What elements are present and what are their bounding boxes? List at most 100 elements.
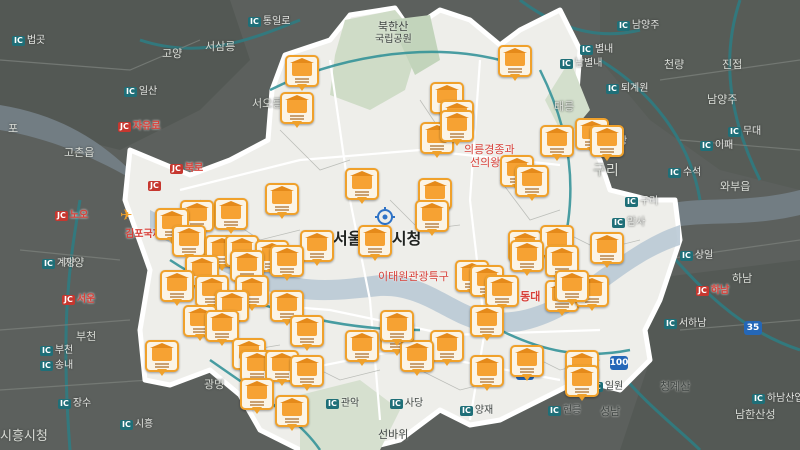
map-label-wabueup: 와부읍 — [720, 180, 751, 193]
ic-toegyewon: IC 퇴계원 — [606, 83, 649, 94]
ic-beopgot: IC 법곳 — [12, 35, 46, 46]
marker-card — [470, 355, 504, 387]
facility-marker[interactable] — [290, 355, 324, 395]
facility-marker[interactable] — [515, 165, 549, 205]
marker-card — [214, 198, 248, 230]
building-icon — [560, 273, 584, 291]
ic-byeollae: IC 별내 — [580, 44, 614, 55]
facility-marker[interactable] — [285, 55, 319, 95]
facility-marker[interactable] — [270, 245, 304, 285]
facility-marker[interactable] — [470, 305, 504, 345]
marker-card — [510, 345, 544, 377]
building-icon — [545, 228, 569, 246]
building-icon — [210, 313, 234, 331]
map-label-gwangmyeong: 광명 — [204, 378, 225, 391]
building-icon — [150, 343, 174, 361]
building-icon — [363, 228, 387, 246]
building-icon — [503, 48, 527, 66]
facility-marker[interactable] — [275, 395, 309, 435]
jc-gimpo: JC — [148, 181, 161, 191]
facility-marker[interactable] — [430, 330, 464, 370]
map-label-national-park: 국립공원 — [375, 34, 412, 45]
facility-marker[interactable] — [300, 230, 334, 270]
facility-marker[interactable] — [440, 110, 474, 150]
facility-marker[interactable] — [565, 365, 599, 405]
facility-marker[interactable] — [290, 315, 324, 355]
ic-idae: IC 이패 — [700, 140, 734, 151]
marker-card — [440, 110, 474, 142]
building-icon — [177, 228, 201, 246]
marker-card — [498, 45, 532, 77]
facility-marker[interactable] — [510, 240, 544, 280]
map-label-itaewon: 이태원관광특구 — [378, 270, 449, 283]
ic-siheung: IC 시흥 — [120, 419, 154, 430]
facility-marker[interactable] — [214, 198, 248, 238]
ic-bucheon: IC 부천 — [40, 345, 74, 356]
building-icon — [270, 186, 294, 204]
ic-mudae: IC 무대 — [728, 126, 762, 137]
facility-marker[interactable] — [240, 378, 274, 418]
building-icon — [295, 318, 319, 336]
facility-marker[interactable] — [540, 125, 574, 165]
facility-marker[interactable] — [280, 92, 314, 132]
ic-suseok: IC 수석 — [668, 167, 702, 178]
building-icon — [165, 273, 189, 291]
facility-marker[interactable] — [555, 270, 589, 310]
facility-marker[interactable] — [145, 340, 179, 380]
building-icon — [490, 278, 514, 296]
facility-marker[interactable] — [590, 232, 624, 272]
city-hall-marker-icon[interactable] — [375, 207, 395, 227]
ic-seohanam: IC 서하남 — [664, 318, 707, 329]
map-canvas[interactable]: 북한산 국립공원 고양 서삼릉 서오릉 김포국제공항 포 고촌읍 계양 부천 광… — [0, 0, 800, 450]
facility-marker[interactable] — [160, 270, 194, 310]
facility-marker[interactable] — [265, 183, 299, 223]
building-icon — [595, 235, 619, 253]
marker-card — [590, 232, 624, 264]
facility-marker[interactable] — [345, 330, 379, 370]
marker-card — [515, 165, 549, 197]
map-label-namhansanseong: 남한산성 — [735, 408, 776, 421]
building-icon — [350, 333, 374, 351]
marker-card — [290, 355, 324, 387]
building-icon — [245, 381, 269, 399]
building-icon — [270, 353, 294, 371]
facility-marker[interactable] — [415, 200, 449, 240]
facility-marker[interactable] — [345, 168, 379, 208]
facility-marker[interactable] — [380, 310, 414, 350]
building-icon — [219, 201, 243, 219]
marker-card — [358, 225, 392, 257]
facility-marker[interactable] — [510, 345, 544, 385]
facility-marker[interactable] — [590, 125, 624, 165]
route-shield-35: 35 — [744, 321, 762, 335]
marker-card — [275, 395, 309, 427]
ic-namyangju: IC 남양주 — [617, 20, 660, 31]
map-label-seongnam: 성남 — [600, 405, 621, 418]
marker-card — [565, 365, 599, 397]
ic-sangil: IC 상일 — [680, 250, 714, 261]
building-icon — [545, 128, 569, 146]
facility-marker[interactable] — [470, 355, 504, 395]
map-label-po: 포 — [8, 122, 19, 135]
map-label-jinjeop: 진접 — [722, 58, 743, 71]
airport-icon: ✈ — [120, 206, 133, 224]
marker-card — [160, 270, 194, 302]
facility-marker[interactable] — [358, 225, 392, 265]
marker-card — [470, 305, 504, 337]
map-label-cheongyesan: 청계산 — [660, 380, 691, 393]
building-icon — [475, 358, 499, 376]
marker-card — [300, 230, 334, 262]
map-label-guri: 구리 — [593, 163, 619, 179]
map-label-goyang: 고양 — [162, 47, 183, 60]
ic-gyeyang: IC 계양 — [42, 258, 76, 269]
marker-card — [430, 330, 464, 362]
building-icon — [475, 308, 499, 326]
marker-card — [540, 125, 574, 157]
ic-hanam-industrial: IC 하남산업 — [752, 393, 800, 404]
facility-marker[interactable] — [498, 45, 532, 85]
marker-card — [172, 225, 206, 257]
map-label-cheongnyang: 천량 — [664, 58, 685, 71]
jc-noo: JC 노오 — [55, 210, 89, 221]
building-icon — [185, 203, 209, 221]
ic-heolleung: IC 헌릉 — [548, 405, 582, 416]
marker-card — [240, 378, 274, 410]
